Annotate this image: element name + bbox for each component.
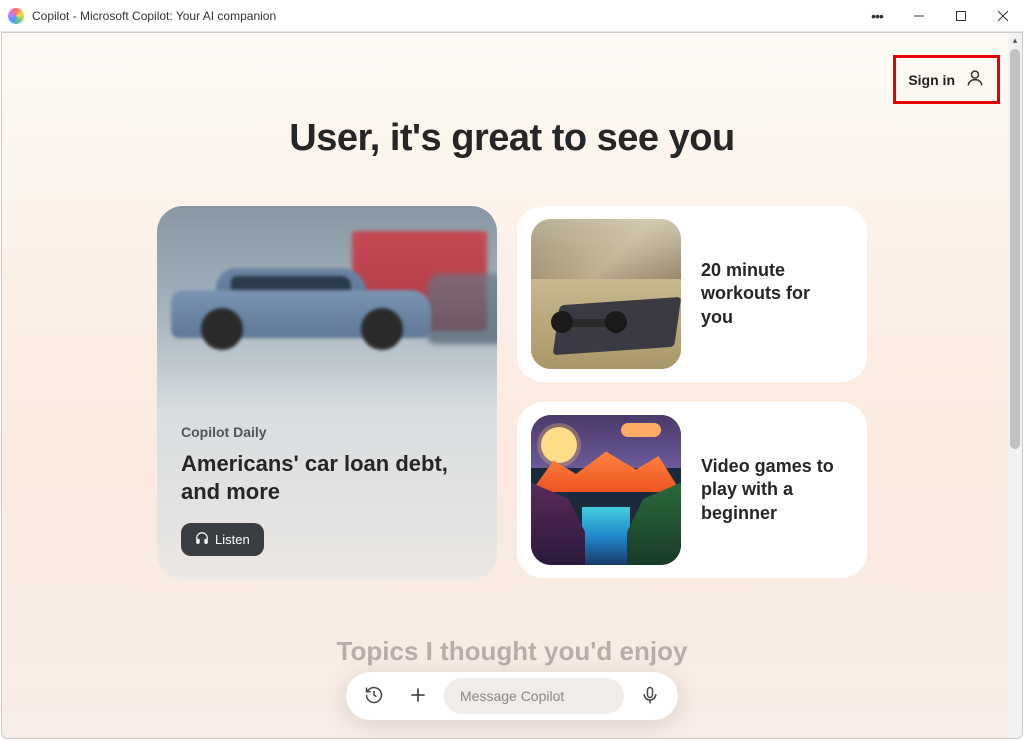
suggestion-cards: 20 minute workouts for you Video games t… — [517, 206, 867, 580]
games-image — [531, 415, 681, 565]
history-button[interactable] — [356, 678, 392, 714]
mic-button[interactable] — [632, 678, 668, 714]
close-button[interactable] — [982, 0, 1024, 32]
suggestion-title: Video games to play with a beginner — [701, 455, 853, 525]
scrollbar-up-icon[interactable]: ▴ — [1008, 33, 1022, 47]
titlebar: Copilot - Microsoft Copilot: Your AI com… — [0, 0, 1024, 32]
suggestion-card-workout[interactable]: 20 minute workouts for you — [517, 206, 867, 382]
window-title: Copilot - Microsoft Copilot: Your AI com… — [32, 9, 276, 23]
signin-highlight: Sign in — [893, 55, 1000, 104]
user-icon — [965, 68, 985, 91]
suggestion-card-games[interactable]: Video games to play with a beginner — [517, 402, 867, 578]
more-button[interactable]: ••• — [856, 0, 898, 32]
minimize-button[interactable] — [898, 0, 940, 32]
add-button[interactable] — [400, 678, 436, 714]
daily-card-text: Copilot Daily Americans' car loan debt, … — [157, 424, 497, 580]
plus-icon — [408, 685, 428, 708]
cards-row: Copilot Daily Americans' car loan debt, … — [2, 206, 1022, 580]
copilot-daily-card[interactable]: Copilot Daily Americans' car loan debt, … — [157, 206, 497, 580]
suggestion-title: 20 minute workouts for you — [701, 259, 853, 329]
listen-button[interactable]: Listen — [181, 523, 264, 556]
daily-headline: Americans' car loan debt, and more — [181, 450, 473, 505]
composer — [346, 672, 678, 720]
signin-label: Sign in — [908, 72, 955, 88]
daily-label: Copilot Daily — [181, 424, 473, 440]
signin-button[interactable]: Sign in — [902, 62, 991, 97]
titlebar-left: Copilot - Microsoft Copilot: Your AI com… — [8, 8, 276, 24]
topics-heading: Topics I thought you'd enjoy — [2, 636, 1022, 667]
message-input-wrap[interactable] — [444, 678, 624, 714]
message-input[interactable] — [460, 688, 608, 704]
maximize-button[interactable] — [940, 0, 982, 32]
app-content: ▴ Sign in User, it's great to see you — [1, 32, 1023, 739]
microphone-icon — [640, 685, 660, 708]
scrollbar[interactable]: ▴ — [1008, 33, 1022, 738]
listen-label: Listen — [215, 532, 250, 547]
copilot-app-icon — [8, 8, 24, 24]
scrollbar-thumb[interactable] — [1010, 49, 1020, 449]
headphones-icon — [195, 531, 209, 548]
greeting-heading: User, it's great to see you — [2, 117, 1022, 160]
daily-card-image — [157, 206, 497, 412]
history-icon — [364, 685, 384, 708]
workout-image — [531, 219, 681, 369]
titlebar-controls: ••• — [856, 0, 1024, 32]
